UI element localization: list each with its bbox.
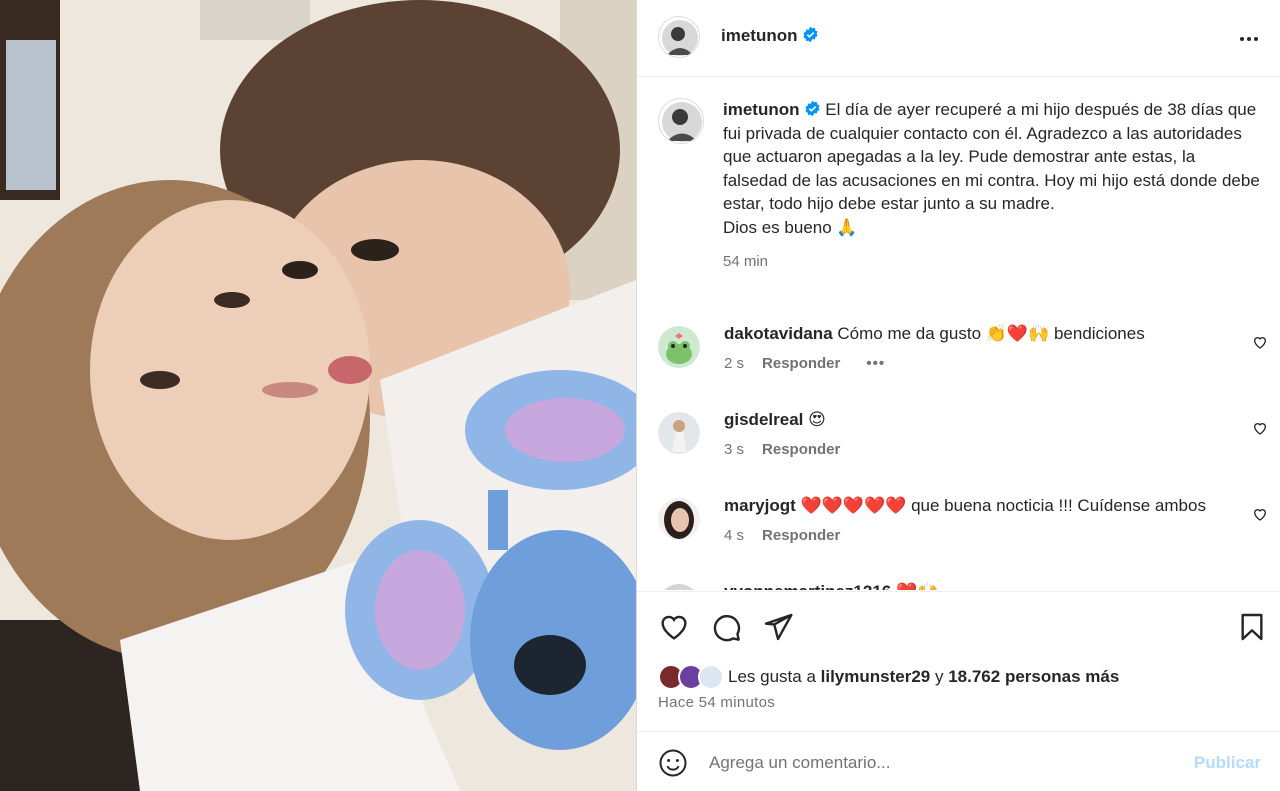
bookmark-icon[interactable] [1236,611,1268,643]
reply-button[interactable]: Responder [762,527,840,544]
commenter-avatar[interactable] [658,584,700,590]
comment-icon[interactable] [710,611,742,643]
comment-text: Cómo me da gusto 👏❤️🙌 bendiciones [837,324,1145,343]
publish-button[interactable]: Publicar [1194,753,1261,773]
comment-input[interactable] [709,750,1159,776]
comment-like-icon[interactable] [1252,334,1268,350]
photo-illustration [0,0,636,791]
reply-button[interactable]: Responder [762,441,840,458]
comment-text: ❤️🙌 [896,582,938,590]
verified-badge-icon [802,26,818,43]
likes-prefix: Les gusta a [728,667,816,686]
comment-time[interactable]: 4 s [724,527,744,544]
comment-time[interactable]: 2 s [724,355,744,372]
emoji-icon[interactable] [658,748,688,778]
post-time[interactable]: Hace 54 minutos [658,694,775,711]
comment-item: gisdelreal 😍 3 s Responder [658,408,1268,488]
comment-text: 😍 [808,410,826,429]
comment-more-icon[interactable]: ••• [866,355,885,372]
caption-text: El día de ayer recuperé a mi hijo despué… [723,100,1260,214]
caption-last-line: Dios es bueno 🙏 [723,217,858,237]
comments-section[interactable]: imetunon El día de ayer recuperé a mi hi… [637,78,1280,590]
caption-avatar[interactable] [658,98,704,144]
comment-like-icon[interactable] [1252,420,1268,436]
liker-avatar [698,664,724,690]
caption-username[interactable]: imetunon [723,100,800,119]
commenter-avatar[interactable] [658,498,700,540]
comment-item: dakotavidana Cómo me da gusto 👏❤️🙌 bendi… [658,322,1268,402]
caption-time[interactable]: 54 min [723,250,1263,274]
comment-item: yvonnemartinez1216 ❤️🙌 [658,580,1268,590]
post-details-panel: imetunon imetunon El día de ayer recuper… [636,0,1280,791]
comment-username[interactable]: maryjogt [724,496,796,515]
likes-join: y [934,667,944,686]
commenter-avatar[interactable] [658,412,700,454]
add-comment-bar: Publicar [637,731,1280,791]
comment-time[interactable]: 3 s [724,441,744,458]
reply-button[interactable]: Responder [762,355,840,372]
post-header: imetunon [637,0,1280,77]
more-options-icon[interactable] [1237,27,1261,51]
heart-icon[interactable] [658,611,690,643]
comment-text: ❤️❤️❤️❤️❤️ que buena nocticia !!! Cuíden… [800,496,1206,515]
post-actions: Les gusta a lilymunster29 y 18.762 perso… [637,591,1280,731]
post-photo[interactable] [0,0,636,791]
comment-username[interactable]: gisdelreal [724,410,803,429]
author-avatar[interactable] [658,16,700,58]
likes-count[interactable]: 18.762 personas más [948,667,1119,686]
comment-item: maryjogt ❤️❤️❤️❤️❤️ que buena nocticia !… [658,494,1268,574]
author-username[interactable]: imetunon [721,26,819,46]
verified-badge-icon [804,100,820,117]
comment-username[interactable]: dakotavidana [724,324,833,343]
share-icon[interactable] [762,611,794,643]
comment-username[interactable]: yvonnemartinez1216 [724,582,891,590]
liker-avatars [658,664,730,690]
commenter-avatar[interactable] [658,326,700,368]
likes-user[interactable]: lilymunster29 [821,667,931,686]
comment-like-icon[interactable] [1252,506,1268,522]
